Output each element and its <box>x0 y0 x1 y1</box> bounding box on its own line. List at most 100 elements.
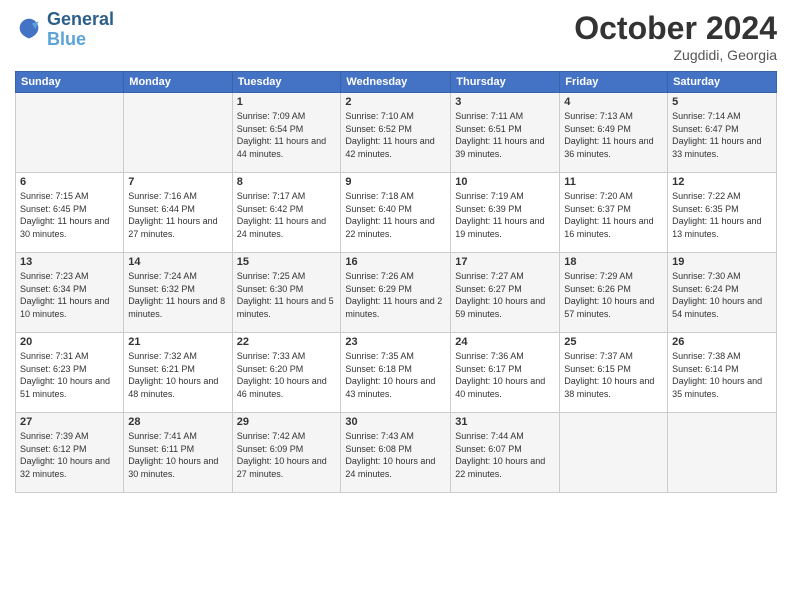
day-detail: Sunrise: 7:43 AM Sunset: 6:08 PM Dayligh… <box>345 430 446 480</box>
day-detail: Sunrise: 7:29 AM Sunset: 6:26 PM Dayligh… <box>564 270 663 320</box>
day-number: 16 <box>345 256 446 268</box>
day-number: 3 <box>455 96 555 108</box>
day-detail: Sunrise: 7:19 AM Sunset: 6:39 PM Dayligh… <box>455 190 555 240</box>
day-cell: 11 Sunrise: 7:20 AM Sunset: 6:37 PM Dayli… <box>560 173 668 253</box>
day-cell: 21Sunrise: 7:32 AM Sunset: 6:21 PM Dayli… <box>124 333 232 413</box>
day-cell: 24Sunrise: 7:36 AM Sunset: 6:17 PM Dayli… <box>451 333 560 413</box>
day-detail: Sunrise: 7:25 AM Sunset: 6:30 PM Dayligh… <box>237 270 337 320</box>
day-number: 11 <box>564 176 663 188</box>
day-number: 28 <box>128 416 227 428</box>
day-number: 29 <box>237 416 337 428</box>
day-number: 6 <box>20 176 119 188</box>
day-number: 2 <box>345 96 446 108</box>
weekday-header-sunday: Sunday <box>16 72 124 93</box>
day-detail: Sunrise: 7:09 AM Sunset: 6:54 PM Dayligh… <box>237 110 337 160</box>
day-cell: 15 Sunrise: 7:25 AM Sunset: 6:30 PM Dayli… <box>232 253 341 333</box>
day-cell: 8 Sunrise: 7:17 AM Sunset: 6:42 PM Daylig… <box>232 173 341 253</box>
day-number: 8 <box>237 176 337 188</box>
week-row-3: 13 Sunrise: 7:23 AM Sunset: 6:34 PM Dayli… <box>16 253 777 333</box>
logo-icon <box>15 16 43 44</box>
day-number: 15 <box>237 256 337 268</box>
day-detail: Sunrise: 7:31 AM Sunset: 6:23 PM Dayligh… <box>20 350 119 400</box>
day-cell: 4Sunrise: 7:13 AM Sunset: 6:49 PM Daylig… <box>560 93 668 173</box>
weekday-header-wednesday: Wednesday <box>341 72 451 93</box>
day-number: 9 <box>345 176 446 188</box>
calendar-header: SundayMondayTuesdayWednesdayThursdayFrid… <box>16 72 777 93</box>
day-detail: Sunrise: 7:42 AM Sunset: 6:09 PM Dayligh… <box>237 430 337 480</box>
day-detail: Sunrise: 7:14 AM Sunset: 6:47 PM Dayligh… <box>672 110 772 160</box>
day-number: 13 <box>20 256 119 268</box>
day-number: 22 <box>237 336 337 348</box>
day-number: 19 <box>672 256 772 268</box>
day-cell <box>124 93 232 173</box>
weekday-header-row: SundayMondayTuesdayWednesdayThursdayFrid… <box>16 72 777 93</box>
logo-text: General Blue <box>47 10 114 50</box>
day-cell: 1 Sunrise: 7:09 AM Sunset: 6:54 PM Daylig… <box>232 93 341 173</box>
day-detail: Sunrise: 7:15 AM Sunset: 6:45 PM Dayligh… <box>20 190 119 240</box>
day-cell: 9 Sunrise: 7:18 AM Sunset: 6:40 PM Daylig… <box>341 173 451 253</box>
day-number: 12 <box>672 176 772 188</box>
day-detail: Sunrise: 7:13 AM Sunset: 6:49 PM Dayligh… <box>564 110 663 160</box>
day-cell: 31Sunrise: 7:44 AM Sunset: 6:07 PM Dayli… <box>451 413 560 493</box>
day-cell: 28 Sunrise: 7:41 AM Sunset: 6:11 PM Dayli… <box>124 413 232 493</box>
day-cell: 2 Sunrise: 7:10 AM Sunset: 6:52 PM Daylig… <box>341 93 451 173</box>
day-cell: 27Sunrise: 7:39 AM Sunset: 6:12 PM Dayli… <box>16 413 124 493</box>
day-cell: 29 Sunrise: 7:42 AM Sunset: 6:09 PM Dayli… <box>232 413 341 493</box>
calendar-body: 1 Sunrise: 7:09 AM Sunset: 6:54 PM Daylig… <box>16 93 777 493</box>
weekday-header-saturday: Saturday <box>668 72 777 93</box>
day-detail: Sunrise: 7:44 AM Sunset: 6:07 PM Dayligh… <box>455 430 555 480</box>
month-title: October 2024 <box>574 10 777 47</box>
day-cell: 6 Sunrise: 7:15 AM Sunset: 6:45 PM Daylig… <box>16 173 124 253</box>
day-detail: Sunrise: 7:35 AM Sunset: 6:18 PM Dayligh… <box>345 350 446 400</box>
day-detail: Sunrise: 7:11 AM Sunset: 6:51 PM Dayligh… <box>455 110 555 160</box>
day-number: 26 <box>672 336 772 348</box>
day-number: 7 <box>128 176 227 188</box>
day-detail: Sunrise: 7:39 AM Sunset: 6:12 PM Dayligh… <box>20 430 119 480</box>
day-cell: 7Sunrise: 7:16 AM Sunset: 6:44 PM Daylig… <box>124 173 232 253</box>
title-block: October 2024 Zugdidi, Georgia <box>574 10 777 63</box>
weekday-header-thursday: Thursday <box>451 72 560 93</box>
day-detail: Sunrise: 7:18 AM Sunset: 6:40 PM Dayligh… <box>345 190 446 240</box>
day-number: 17 <box>455 256 555 268</box>
day-cell: 10 Sunrise: 7:19 AM Sunset: 6:39 PM Dayli… <box>451 173 560 253</box>
day-cell: 18 Sunrise: 7:29 AM Sunset: 6:26 PM Dayli… <box>560 253 668 333</box>
day-cell: 23 Sunrise: 7:35 AM Sunset: 6:18 PM Dayli… <box>341 333 451 413</box>
day-cell: 17 Sunrise: 7:27 AM Sunset: 6:27 PM Dayli… <box>451 253 560 333</box>
day-number: 18 <box>564 256 663 268</box>
calendar-container: General Blue October 2024 Zugdidi, Georg… <box>0 0 792 612</box>
day-detail: Sunrise: 7:20 AM Sunset: 6:37 PM Dayligh… <box>564 190 663 240</box>
day-number: 5 <box>672 96 772 108</box>
day-detail: Sunrise: 7:10 AM Sunset: 6:52 PM Dayligh… <box>345 110 446 160</box>
week-row-4: 20 Sunrise: 7:31 AM Sunset: 6:23 PM Dayli… <box>16 333 777 413</box>
day-detail: Sunrise: 7:22 AM Sunset: 6:35 PM Dayligh… <box>672 190 772 240</box>
location-subtitle: Zugdidi, Georgia <box>574 47 777 63</box>
day-cell: 13 Sunrise: 7:23 AM Sunset: 6:34 PM Dayli… <box>16 253 124 333</box>
weekday-header-monday: Monday <box>124 72 232 93</box>
day-cell: 12 Sunrise: 7:22 AM Sunset: 6:35 PM Dayli… <box>668 173 777 253</box>
day-number: 10 <box>455 176 555 188</box>
day-number: 21 <box>128 336 227 348</box>
day-number: 25 <box>564 336 663 348</box>
day-number: 23 <box>345 336 446 348</box>
day-number: 20 <box>20 336 119 348</box>
week-row-2: 6 Sunrise: 7:15 AM Sunset: 6:45 PM Daylig… <box>16 173 777 253</box>
logo: General Blue <box>15 10 114 50</box>
day-cell: 3 Sunrise: 7:11 AM Sunset: 6:51 PM Daylig… <box>451 93 560 173</box>
day-detail: Sunrise: 7:36 AM Sunset: 6:17 PM Dayligh… <box>455 350 555 400</box>
day-number: 30 <box>345 416 446 428</box>
day-detail: Sunrise: 7:38 AM Sunset: 6:14 PM Dayligh… <box>672 350 772 400</box>
day-cell: 20 Sunrise: 7:31 AM Sunset: 6:23 PM Dayli… <box>16 333 124 413</box>
day-cell: 16Sunrise: 7:26 AM Sunset: 6:29 PM Dayli… <box>341 253 451 333</box>
day-number: 1 <box>237 96 337 108</box>
day-cell: 26 Sunrise: 7:38 AM Sunset: 6:14 PM Dayli… <box>668 333 777 413</box>
day-cell: 25 Sunrise: 7:37 AM Sunset: 6:15 PM Dayli… <box>560 333 668 413</box>
day-cell: 5 Sunrise: 7:14 AM Sunset: 6:47 PM Daylig… <box>668 93 777 173</box>
day-detail: Sunrise: 7:41 AM Sunset: 6:11 PM Dayligh… <box>128 430 227 480</box>
day-cell <box>16 93 124 173</box>
day-detail: Sunrise: 7:27 AM Sunset: 6:27 PM Dayligh… <box>455 270 555 320</box>
day-detail: Sunrise: 7:17 AM Sunset: 6:42 PM Dayligh… <box>237 190 337 240</box>
day-detail: Sunrise: 7:37 AM Sunset: 6:15 PM Dayligh… <box>564 350 663 400</box>
calendar-table: SundayMondayTuesdayWednesdayThursdayFrid… <box>15 71 777 493</box>
day-detail: Sunrise: 7:23 AM Sunset: 6:34 PM Dayligh… <box>20 270 119 320</box>
day-cell: 19Sunrise: 7:30 AM Sunset: 6:24 PM Dayli… <box>668 253 777 333</box>
